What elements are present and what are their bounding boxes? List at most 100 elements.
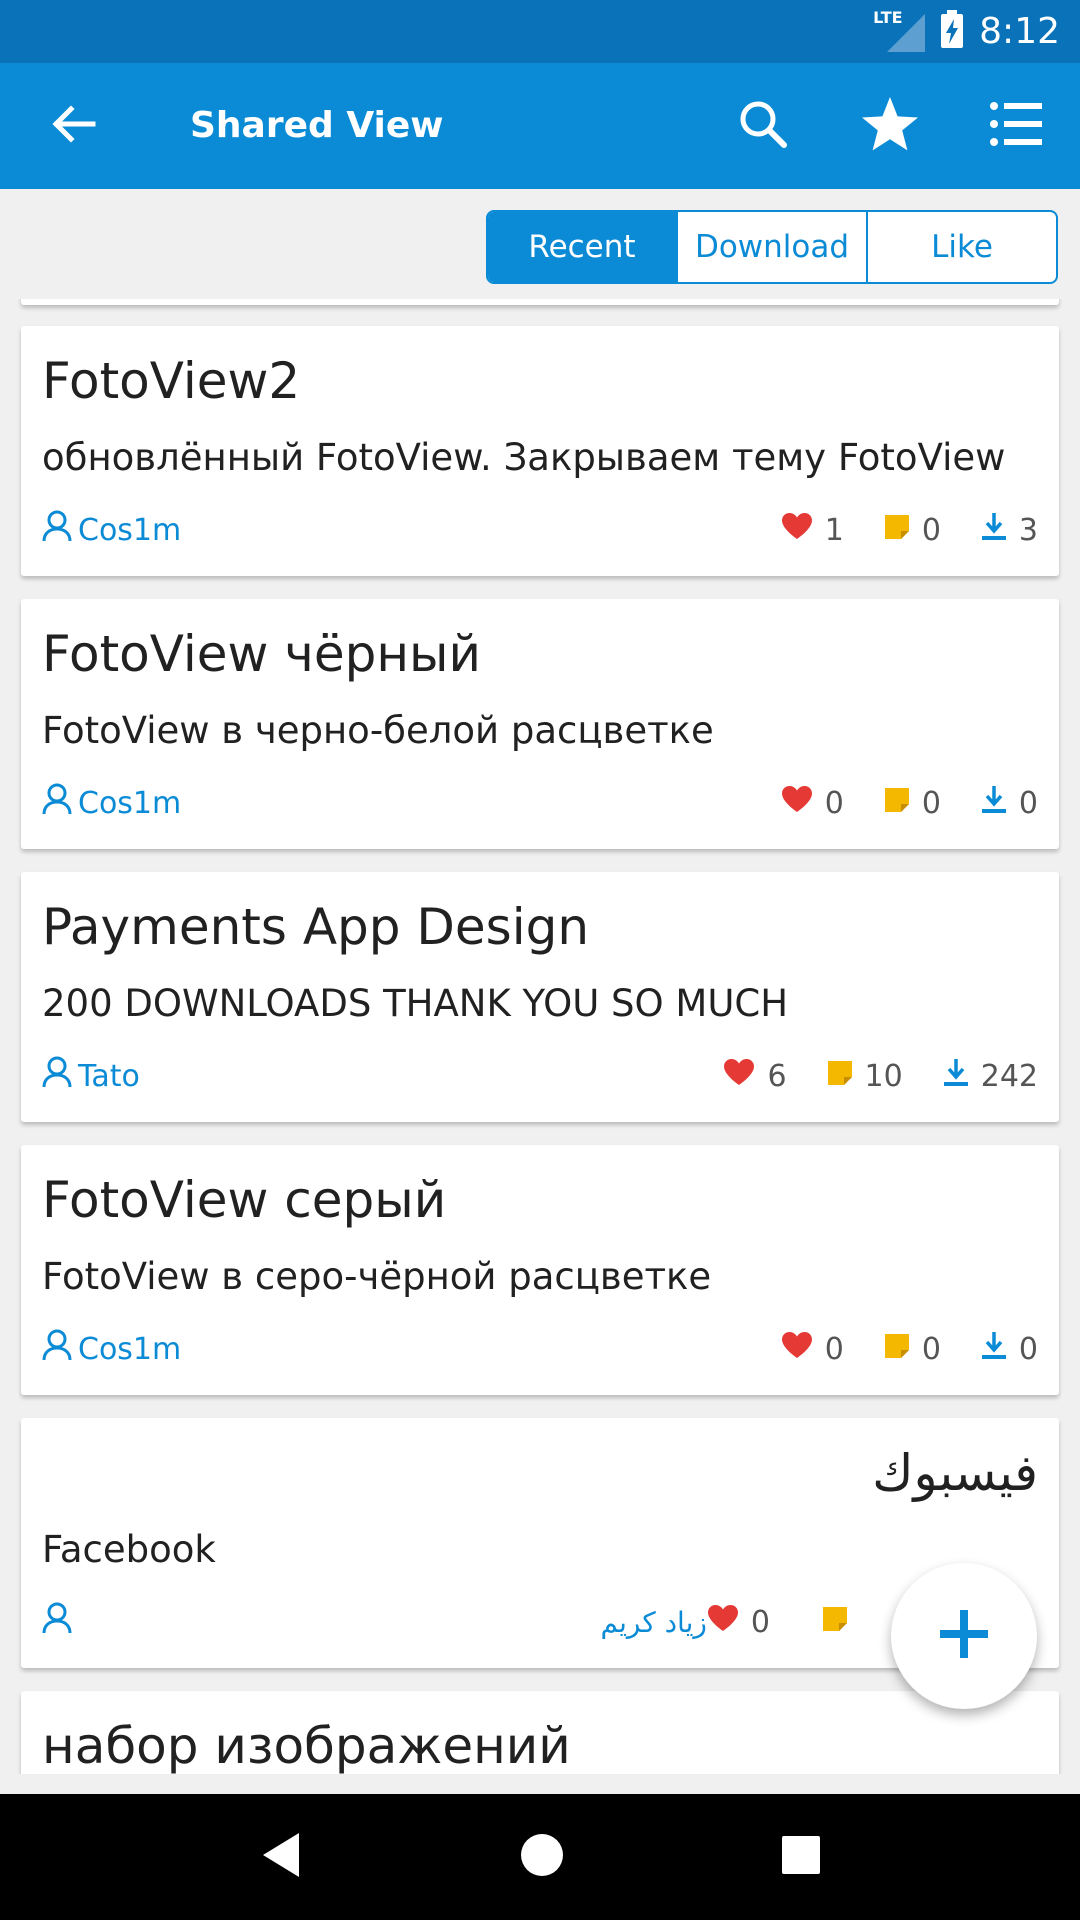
comment-stat[interactable]: 0 [884, 786, 941, 821]
comment-stat[interactable]: 0 [884, 1332, 941, 1367]
item-title: FotoView2 [42, 352, 301, 410]
item-footer: Cos1m 0 0 0 [42, 779, 1038, 827]
sort-tabs: Recent Download Like [486, 210, 1058, 284]
item-description: FotoView в черно-белой расцветке [42, 709, 714, 752]
download-count: 0 [1018, 785, 1038, 821]
list-item[interactable]: Payments App Design 200 DOWNLOADS THANK … [21, 872, 1059, 1122]
battery-charging-icon [939, 9, 965, 54]
favorites-button[interactable] [857, 93, 923, 159]
list-item[interactable]: FotoView чёрный FotoView в черно-белой р… [21, 599, 1059, 849]
like-stat[interactable]: 0 [781, 785, 844, 821]
item-stats: 6 10 242 [723, 1057, 1038, 1095]
item-author[interactable] [42, 1602, 72, 1642]
item-title: набор изображений [42, 1717, 571, 1774]
back-button[interactable] [40, 93, 106, 159]
item-stats: 0 0 0 [781, 1330, 1038, 1368]
plus-icon [938, 1608, 990, 1664]
comment-count: 10 [864, 1058, 903, 1094]
download-stat[interactable]: 242 [943, 1057, 1038, 1095]
user-icon [42, 1056, 72, 1096]
system-nav-bar [0, 1794, 1080, 1920]
download-stat[interactable]: 0 [981, 1330, 1038, 1368]
item-title: فيسبوك [872, 1444, 1038, 1502]
back-arrow-icon [49, 100, 97, 152]
download-icon [981, 784, 1007, 822]
item-author[interactable]: Cos1m [42, 783, 181, 823]
comment-stat[interactable]: 0 [884, 513, 941, 548]
author-name: Tato [78, 1058, 140, 1094]
list-view-button[interactable] [983, 93, 1049, 159]
item-author[interactable]: Tato [42, 1056, 140, 1096]
star-icon [860, 95, 920, 157]
add-button[interactable] [891, 1563, 1037, 1709]
status-time: 8:12 [979, 11, 1060, 52]
recents-square-icon[interactable] [781, 1835, 821, 1879]
tab-recent[interactable]: Recent [488, 212, 676, 282]
heart-icon [781, 785, 813, 821]
like-stat[interactable]: 6 [723, 1058, 787, 1094]
lte-signal-icon: LTE [873, 8, 926, 52]
item-footer: Cos1m 0 0 0 [42, 1325, 1038, 1373]
comment-note-icon [822, 1605, 848, 1640]
page-title: Shared View [190, 105, 444, 146]
comment-count: 0 [921, 785, 941, 821]
download-count: 0 [1018, 1331, 1038, 1367]
item-description: 200 DOWNLOADS THANK YOU SO MUCH [42, 982, 789, 1025]
comment-note-icon [884, 513, 910, 548]
item-author[interactable]: Cos1m [42, 1329, 181, 1369]
download-count: 242 [980, 1058, 1038, 1094]
comment-count: 0 [921, 1331, 941, 1367]
item-description: обновлённый FotoView. Закрываем тему Fot… [42, 436, 1006, 479]
like-stat[interactable]: 0 [707, 1604, 770, 1640]
download-stat[interactable]: 0 [981, 784, 1038, 822]
list-item[interactable]: FotoView2 обновлённый FotoView. Закрывае… [21, 326, 1059, 576]
list-item[interactable]: набор изображений [21, 1691, 1059, 1774]
tab-like[interactable]: Like [866, 212, 1056, 282]
comment-note-icon [884, 786, 910, 821]
app-bar: Shared View [0, 63, 1080, 189]
item-author[interactable]: Cos1m [42, 510, 181, 550]
back-triangle-icon[interactable] [259, 1831, 303, 1883]
status-bar: LTE 8:12 [0, 0, 1080, 63]
comment-note-icon [827, 1059, 853, 1094]
item-stats: 0 0 0 [781, 784, 1038, 822]
like-count: 0 [824, 785, 844, 821]
tab-download[interactable]: Download [676, 212, 866, 282]
like-count: 1 [824, 512, 844, 548]
item-title: Payments App Design [42, 898, 590, 956]
author-name[interactable]: زياد كريم [600, 1606, 706, 1639]
user-icon [42, 510, 72, 550]
like-count: 0 [750, 1604, 770, 1640]
item-footer: Tato 6 10 242 [42, 1052, 1038, 1100]
user-icon [42, 783, 72, 823]
list-icon [990, 102, 1042, 150]
comment-stat[interactable] [822, 1605, 848, 1640]
item-title: FotoView серый [42, 1171, 447, 1229]
search-button[interactable] [730, 93, 796, 159]
author-name: Cos1m [78, 1331, 182, 1367]
comment-count: 0 [921, 512, 941, 548]
download-icon [981, 1330, 1007, 1368]
item-description: FotoView в серо-чёрной расцветке [42, 1255, 712, 1298]
item-stats: زياد كريم 0 [600, 1604, 848, 1640]
author-name: Cos1m [78, 512, 182, 548]
like-stat[interactable]: 0 [781, 1331, 844, 1367]
user-icon [42, 1602, 72, 1642]
comment-note-icon [884, 1332, 910, 1367]
sort-tabs-area: Recent Download Like [0, 189, 1080, 299]
list-item[interactable] [21, 299, 1059, 305]
list-item[interactable]: FotoView серый FotoView в серо-чёрной ра… [21, 1145, 1059, 1395]
like-stat[interactable]: 1 [781, 512, 844, 548]
item-footer: Cos1m 1 0 3 [42, 506, 1038, 554]
author-name: Cos1m [78, 785, 182, 821]
comment-stat[interactable]: 10 [827, 1059, 903, 1094]
like-count: 6 [767, 1058, 787, 1094]
download-icon [943, 1057, 969, 1095]
shared-list[interactable]: FotoView2 обновлённый FotoView. Закрывае… [0, 299, 1080, 1774]
like-count: 0 [824, 1331, 844, 1367]
download-stat[interactable]: 3 [981, 511, 1038, 549]
item-footer: زياد كريم 0 [42, 1598, 1038, 1646]
user-icon [42, 1329, 72, 1369]
home-circle-icon[interactable] [520, 1833, 564, 1881]
heart-icon [707, 1604, 739, 1640]
